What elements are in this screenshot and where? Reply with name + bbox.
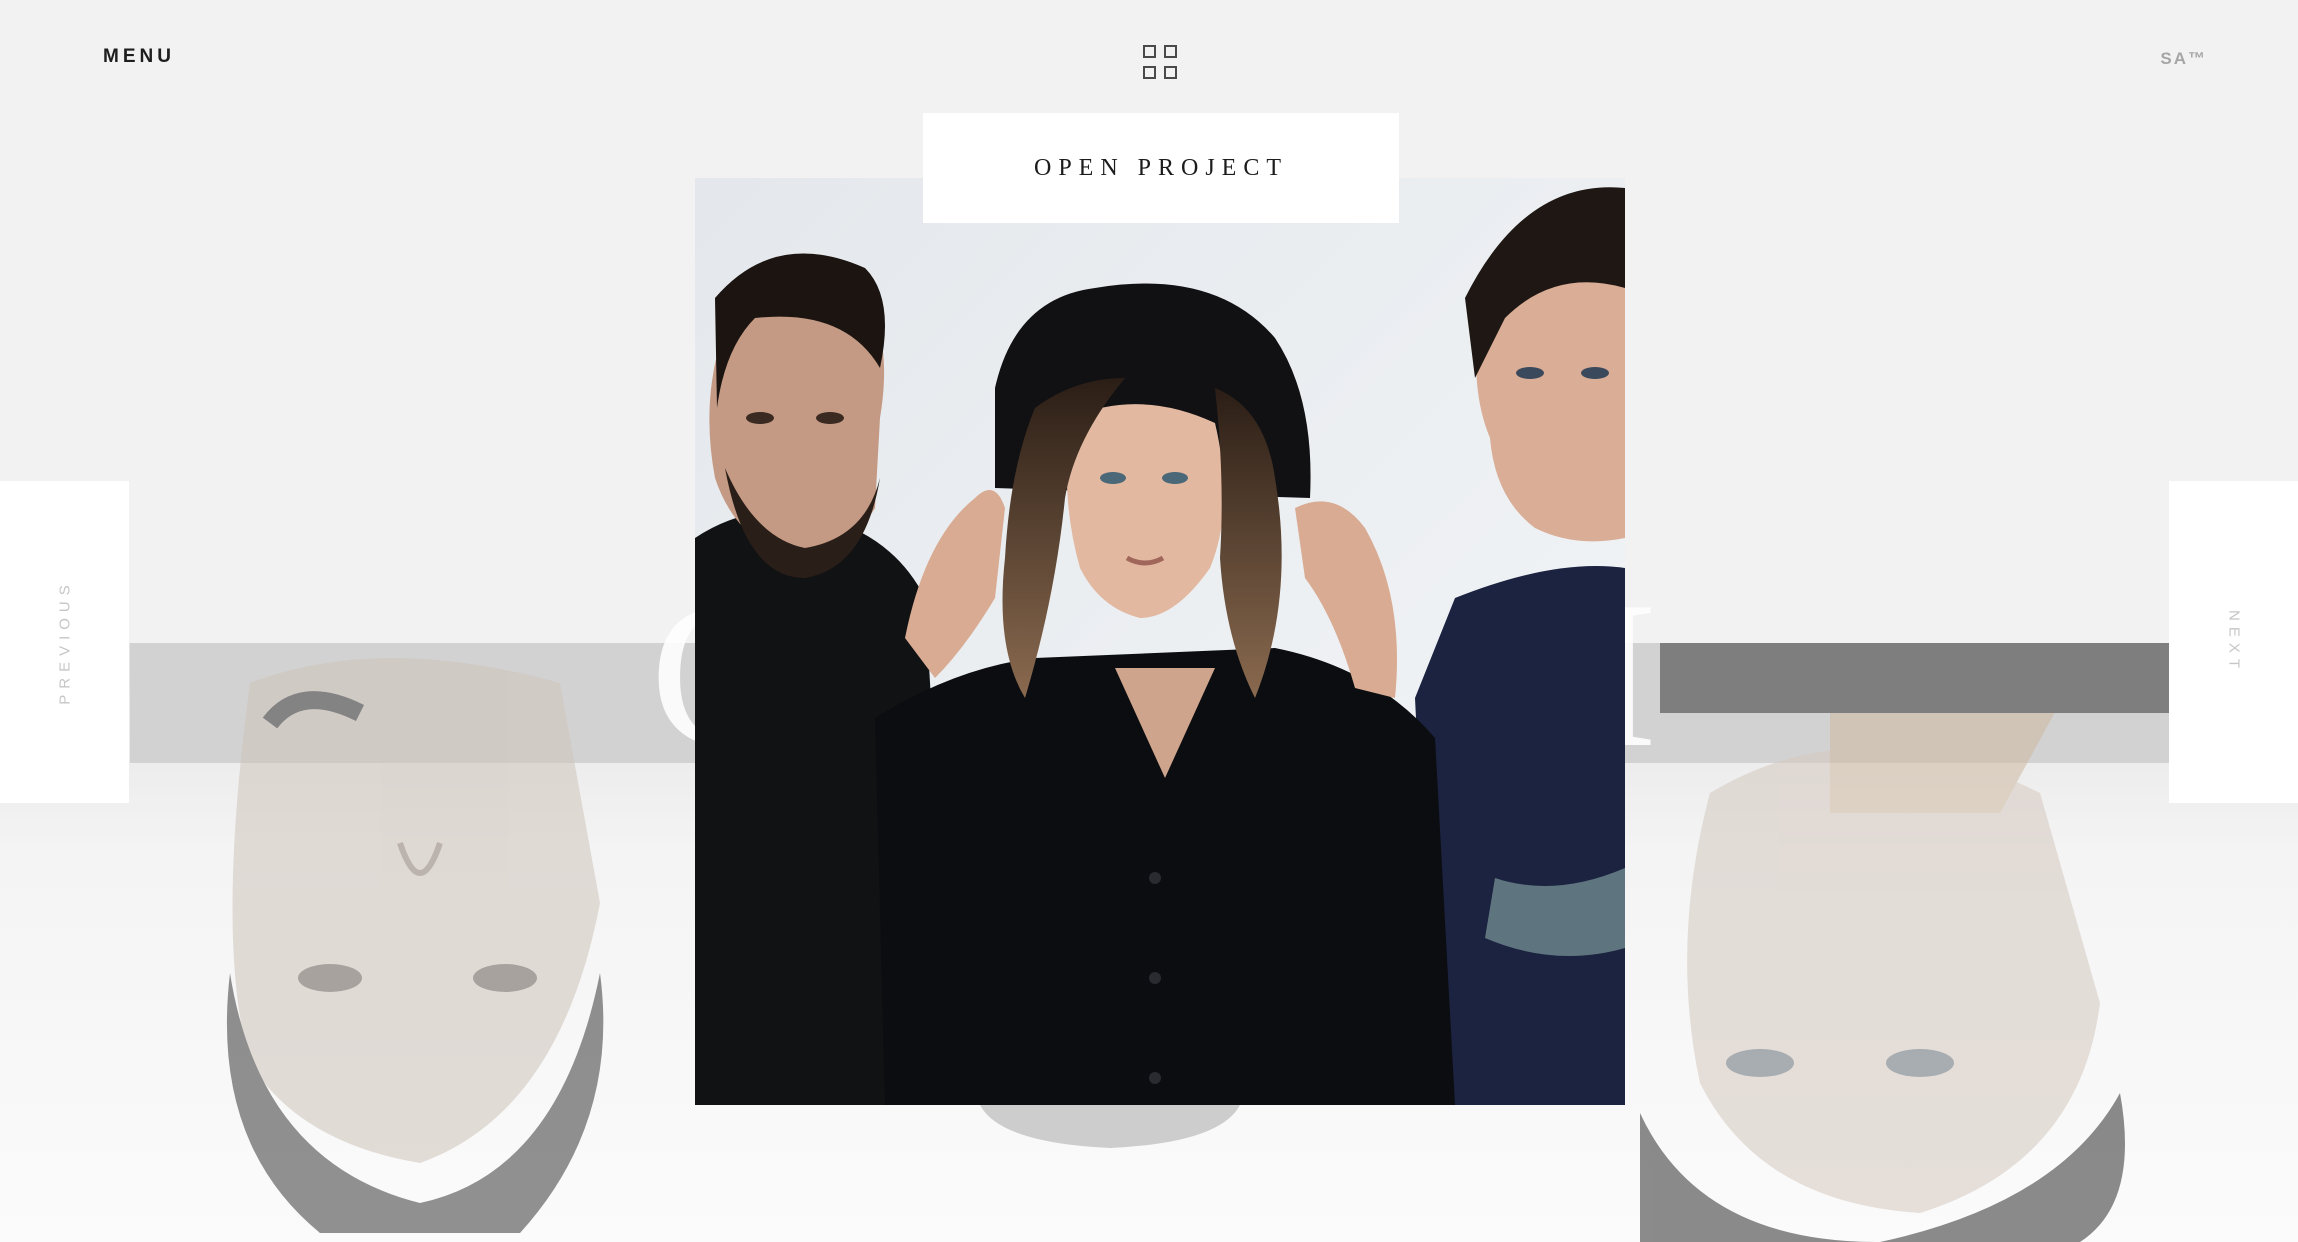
grid-cell xyxy=(1164,66,1177,79)
project-photo[interactable] xyxy=(695,178,1625,1105)
open-project-label: OPEN PROJECT xyxy=(1033,154,1289,181)
next-label: NEXT xyxy=(2225,609,2242,675)
project-photo-art xyxy=(695,178,1625,1105)
project-slider-page: C I xyxy=(0,0,2298,1242)
menu-button[interactable]: MENU xyxy=(103,46,175,68)
next-button[interactable]: NEXT xyxy=(2169,481,2298,803)
grid-cell xyxy=(1164,45,1177,58)
previous-label: PREVIOUS xyxy=(56,579,73,705)
open-project-button[interactable]: OPEN PROJECT xyxy=(923,113,1399,223)
grid-cell xyxy=(1143,66,1156,79)
grid-cell xyxy=(1143,45,1156,58)
previous-button[interactable]: PREVIOUS xyxy=(0,481,129,803)
brand-logo[interactable]: SA™ xyxy=(2160,49,2207,69)
grid-view-icon[interactable] xyxy=(1143,45,1177,79)
